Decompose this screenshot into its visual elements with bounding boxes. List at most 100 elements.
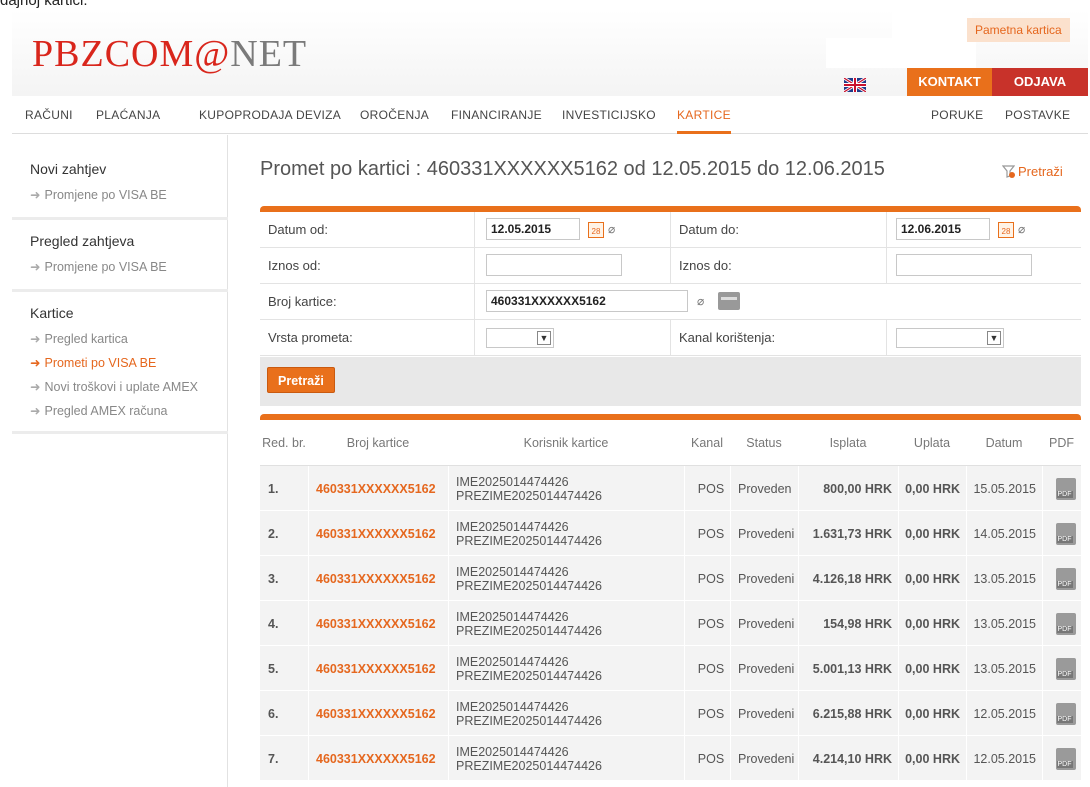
sidebar-divider [12,289,228,292]
filter-form: Datum od: 12.05.2015 28 ⌀ Datum do: 12.0… [260,206,1081,406]
column-divider [1042,511,1043,555]
pdf-icon[interactable]: PDF [1055,657,1076,680]
column-divider [308,556,309,600]
sidebar-link-promjene-visa-2[interactable]: ➜ Promjene po VISA BE [30,259,167,274]
column-divider [730,736,731,780]
date: 12.05.2015 [973,751,1036,766]
cell-divider [670,212,671,248]
iznos-od-input[interactable] [486,254,622,276]
eraser-icon[interactable]: ⌀ [1018,223,1034,235]
sidebar-link-pregled-kartica[interactable]: ➜ Pregled kartica [30,331,128,346]
channel: POS [697,526,725,541]
datum-od-input[interactable]: 12.05.2015 [486,218,580,240]
column-divider [1042,556,1043,600]
pdf-cell: PDF [1050,556,1081,601]
card-number-link[interactable]: 460331XXXXXX5162 [316,691,448,736]
search-toggle-link[interactable]: Pretraži [1002,164,1063,179]
sidebar-link-promjene-visa-1[interactable]: ➜ Promjene po VISA BE [30,187,167,202]
card-user: IME2025014474426 PREZIME2025014474426 [456,691,684,736]
date: 13.05.2015 [973,661,1036,676]
column-divider [898,466,899,510]
datum-do-input[interactable]: 12.06.2015 [896,218,990,240]
card-number-link[interactable]: 460331XXXXXX5162 [316,601,448,646]
column-divider [448,736,449,780]
logo-end: NET [230,33,308,75]
column-divider [684,601,685,645]
payout-amount: 5.001,13 HRK [812,661,892,676]
column-divider [898,556,899,600]
date: 14.05.2015 [973,526,1036,541]
sidebar-link-label: Promjene po VISA BE [44,188,167,202]
logo[interactable]: PBZCOM@NET [32,32,307,76]
card-user-first: IME2025014474426 [456,654,569,669]
column-divider [448,556,449,600]
sidebar-link-label: Novi troškovi i uplate AMEX [44,380,199,394]
nav-item-investicijsko[interactable]: INVESTICIJSKO [562,108,656,122]
uk-flag-icon[interactable] [844,78,866,92]
card-user-last: PREZIME2025014474426 [456,758,602,773]
column-divider [308,601,309,645]
cell-divider [886,320,887,356]
calendar-icon[interactable]: 28 [588,222,604,238]
sidebar-title-novi-zahtjev: Novi zahtjev [30,161,107,177]
arrow-right-icon: ➜ [30,188,41,202]
nav-item-placanja[interactable]: PLAĆANJA [96,108,160,122]
pdf-icon[interactable]: PDF [1055,702,1076,725]
table-row: 6. 460331XXXXXX5162 IME2025014474426 PREZIM… [260,691,1081,736]
cell-divider [670,320,671,356]
column-divider [684,556,685,600]
eraser-icon[interactable]: ⌀ [697,295,713,307]
eraser-icon[interactable]: ⌀ [608,223,624,235]
payin-amount: 0,00 HRK [905,571,960,586]
payin-amount: 0,00 HRK [905,616,960,631]
card-number-link[interactable]: 460331XXXXXX5162 [316,511,448,556]
card-picker-icon[interactable] [718,292,740,310]
nav-item-kupoprodaja-deviza[interactable]: KUPOPRODAJA DEVIZA [199,108,341,122]
nav-active-indicator [677,131,731,134]
logo-main: PBZCOM [32,33,195,75]
nav-item-financiranje[interactable]: FINANCIRANJE [451,108,542,122]
pdf-icon[interactable]: PDF [1055,567,1076,590]
col-header-broj-kartice: Broj kartice [346,436,410,450]
pdf-icon[interactable]: PDF [1055,747,1076,770]
nav-item-kartice[interactable]: KARTICE [677,108,731,122]
column-divider [898,691,899,735]
odjava-button[interactable]: ODJAVA [992,68,1088,96]
row-number: 1. [268,481,279,496]
card-number-link[interactable]: 460331XXXXXX5162 [316,646,448,691]
arrow-right-icon: ➜ [30,332,41,346]
column-divider [798,466,799,510]
column-divider [798,556,799,600]
card-number-link[interactable]: 460331XXXXXX5162 [316,736,448,781]
nav-item-postavke[interactable]: POSTAVKE [1005,108,1070,122]
status: Proveden [738,481,792,496]
vrsta-prometa-select[interactable]: ▼ [486,328,554,348]
kanal-select[interactable]: ▼ [896,328,1004,348]
card-user-last: PREZIME2025014474426 [456,623,602,638]
date: 15.05.2015 [973,481,1036,496]
nav-item-orocenja[interactable]: OROČENJA [360,108,429,122]
filter-actions: Pretraži [260,357,1081,406]
card-number-link[interactable]: 460331XXXXXX5162 [316,466,448,511]
kanal-label: Kanal korištenja: [679,330,776,345]
nav-item-racuni[interactable]: RAČUNI [25,108,73,122]
pdf-icon[interactable]: PDF [1055,522,1076,545]
column-divider [966,511,967,555]
card-number-link[interactable]: 460331XXXXXX5162 [316,556,448,601]
pdf-icon[interactable]: PDF [1055,477,1076,500]
sidebar-link-prometi-visa[interactable]: ➜ Prometi po VISA BE [30,355,156,370]
card-user-first: IME2025014474426 [456,744,569,759]
calendar-icon[interactable]: 28 [998,222,1014,238]
broj-kartice-input[interactable]: 460331XXXXXX5162 [486,290,688,312]
nav-item-poruke[interactable]: PORUKE [931,108,983,122]
pdf-icon[interactable]: PDF [1055,612,1076,635]
kontakt-button[interactable]: KONTAKT [907,68,992,96]
iznos-do-input[interactable] [896,254,1032,276]
column-divider [730,646,731,690]
column-divider [730,466,731,510]
sidebar-link-amex-racun[interactable]: ➜ Pregled AMEX računa [30,403,167,418]
sidebar-link-amex-troskovi[interactable]: ➜ Novi troškovi i uplate AMEX [30,379,198,394]
search-button[interactable]: Pretraži [267,367,335,393]
column-divider [898,646,899,690]
pametna-kartica-link[interactable]: Pametna kartica [967,18,1070,42]
